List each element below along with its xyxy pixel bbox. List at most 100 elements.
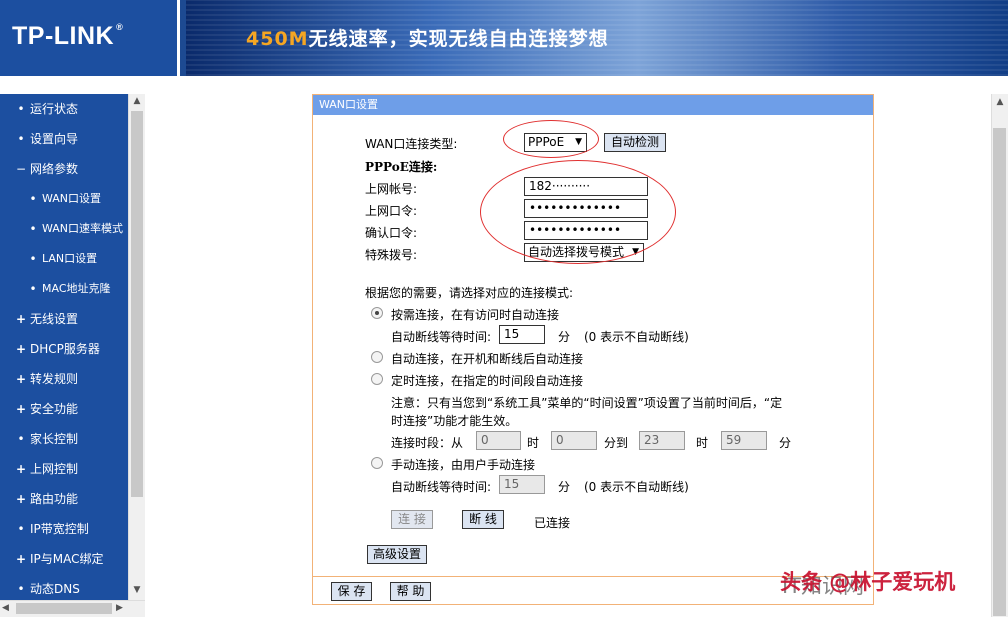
- period-label: 连接时段：从: [391, 436, 464, 450]
- sidebar-item[interactable]: + 路由功能: [0, 484, 128, 514]
- connect-button[interactable]: 连 接: [391, 510, 433, 529]
- sidebar-item-label: 转发规则: [30, 372, 79, 386]
- sidebar-menu: • 运行状态 • 设置向导 − 网络参数 • WAN口设置 • WAN口速率模式 • LAN口设置 • M…: [0, 94, 128, 604]
- expand-icon: +: [16, 342, 27, 356]
- idle-wait2-unit: 分: [558, 480, 571, 494]
- sidebar-item-label: 家长控制: [30, 432, 79, 446]
- sidebar-item[interactable]: + IP与MAC绑定: [0, 544, 128, 574]
- timed-note-line1: 注意：只有当您到“系统工具”菜单的“时间设置”项设置了当前时间后，“定: [391, 396, 783, 410]
- sidebar-item[interactable]: • LAN口设置: [0, 244, 128, 274]
- wan-type-label: WAN口连接类型:: [365, 137, 458, 151]
- confirm-password-label: 确认口令:: [365, 226, 418, 240]
- save-button[interactable]: 保 存: [331, 582, 372, 601]
- pppoe-section-label: PPPoE连接:: [365, 160, 438, 174]
- bullet-icon: •: [29, 282, 37, 296]
- sidebar-item[interactable]: − 网络参数: [0, 154, 128, 184]
- sidebar-item[interactable]: + 无线设置: [0, 304, 128, 334]
- mode-timed-label: 定时连接，在指定的时间段自动连接: [391, 374, 584, 388]
- panel-title: WAN口设置: [313, 95, 873, 115]
- tplink-logo: TP-LINK ®: [12, 22, 124, 50]
- bullet-icon: •: [29, 192, 37, 206]
- highlight-circle-credentials: [480, 160, 676, 264]
- sidebar-item[interactable]: • MAC地址克隆: [0, 274, 128, 304]
- sidebar-item-label: 无线设置: [30, 312, 79, 326]
- bullet-icon: •: [17, 102, 25, 116]
- sidebar-item-label: MAC地址克隆: [42, 282, 111, 295]
- special-dial-label: 特殊拨号:: [365, 248, 418, 262]
- advanced-settings-button[interactable]: 高级设置: [367, 545, 427, 564]
- sidebar-item-label: 网络参数: [30, 162, 79, 176]
- sidebar-item-label: LAN口设置: [42, 252, 98, 265]
- period-to-minute-input[interactable]: 59: [721, 431, 767, 450]
- idle-wait2-label: 自动断线等待时间:: [391, 480, 492, 494]
- bullet-icon: •: [29, 222, 37, 236]
- sidebar-item[interactable]: + 上网控制: [0, 454, 128, 484]
- mode-prompt: 根据您的需要，请选择对应的连接模式:: [365, 286, 574, 300]
- idle-wait2-input[interactable]: 15: [499, 475, 545, 494]
- mode-auto-label: 自动连接，在开机和断线后自动连接: [391, 352, 584, 366]
- scroll-up-arrow-icon[interactable]: ▲: [994, 97, 1006, 107]
- period-to-hour-input[interactable]: 23: [639, 431, 685, 450]
- scroll-down-arrow-icon[interactable]: ▼: [130, 585, 144, 597]
- main-top-gap: [145, 78, 1008, 94]
- sidebar-item-label: WAN口速率模式: [42, 222, 124, 235]
- scroll-right-arrow-icon[interactable]: ▶: [116, 603, 126, 613]
- bullet-icon: •: [17, 132, 25, 146]
- idle-wait-unit: 分: [558, 330, 571, 344]
- expand-icon: +: [16, 312, 27, 326]
- expand-icon: +: [16, 402, 27, 416]
- sidebar-scroll-thumb[interactable]: [131, 111, 143, 497]
- sidebar-item[interactable]: • 家长控制: [0, 424, 128, 454]
- sidebar-item-label: 设置向导: [30, 132, 79, 146]
- idle-wait2-hint: (0 表示不自动断线): [584, 480, 689, 494]
- main-scroll-thumb[interactable]: [993, 128, 1006, 616]
- period-from-minute-input[interactable]: 0: [551, 431, 597, 450]
- scroll-left-arrow-icon[interactable]: ◀: [2, 603, 12, 613]
- sidebar-item[interactable]: + 安全功能: [0, 394, 128, 424]
- mode-on-demand-radio[interactable]: [371, 307, 383, 319]
- sidebar-item[interactable]: • 设置向导: [0, 124, 128, 154]
- sidebar-item[interactable]: • WAN口速率模式: [0, 214, 128, 244]
- bullet-icon: •: [17, 432, 25, 446]
- banner: 450M无线速率，实现无线自由连接梦想: [186, 0, 1008, 76]
- idle-wait-label: 自动断线等待时间:: [391, 330, 492, 344]
- sidebar-item-label: IP带宽控制: [30, 522, 89, 536]
- account-label: 上网帐号:: [365, 182, 418, 196]
- header: TP-LINK ® 450M无线速率，实现无线自由连接梦想: [0, 0, 1008, 76]
- watermark: 头条 @林子爱玩机: [780, 570, 956, 594]
- timed-note-line2: 时连接”功能才能生效。: [391, 414, 518, 428]
- collapse-icon: −: [16, 162, 27, 176]
- sidebar-item[interactable]: + 转发规则: [0, 364, 128, 394]
- logo-area: TP-LINK ®: [0, 0, 180, 76]
- banner-slogan: 450M无线速率，实现无线自由连接梦想: [246, 28, 609, 50]
- sidebar-hscroll-thumb[interactable]: [16, 603, 112, 614]
- sidebar-item-label: 安全功能: [30, 402, 79, 416]
- help-button[interactable]: 帮 助: [390, 582, 431, 601]
- bullet-icon: •: [17, 522, 25, 536]
- minute-unit: 分: [779, 436, 792, 450]
- sidebar-item[interactable]: • 运行状态: [0, 94, 128, 124]
- sidebar-item-label: WAN口设置: [42, 192, 102, 205]
- period-from-hour-input[interactable]: 0: [476, 431, 521, 450]
- sidebar-item[interactable]: • WAN口设置: [0, 184, 128, 214]
- mode-auto-radio[interactable]: [371, 351, 383, 363]
- bullet-icon: •: [29, 252, 37, 266]
- sidebar-item[interactable]: • IP带宽控制: [0, 514, 128, 544]
- expand-icon: +: [16, 552, 27, 566]
- scroll-up-arrow-icon[interactable]: ▲: [130, 96, 144, 108]
- mode-manual-radio[interactable]: [371, 457, 383, 469]
- sidebar-item[interactable]: + DHCP服务器: [0, 334, 128, 364]
- expand-icon: +: [16, 462, 27, 476]
- hour-unit-1: 时: [527, 436, 540, 450]
- sidebar-item-label: 路由功能: [30, 492, 79, 506]
- connection-status: 已连接: [534, 516, 571, 530]
- expand-icon: +: [16, 372, 27, 386]
- disconnect-button[interactable]: 断 线: [462, 510, 504, 529]
- mode-timed-radio[interactable]: [371, 373, 383, 385]
- sidebar-item-label: 运行状态: [30, 102, 79, 116]
- sidebar-item-label: IP与MAC绑定: [30, 552, 104, 566]
- idle-wait-input[interactable]: 15: [499, 325, 545, 344]
- password-label: 上网口令:: [365, 204, 418, 218]
- mode-manual-label: 手动连接，由用户手动连接: [391, 458, 536, 472]
- auto-detect-button[interactable]: 自动检测: [604, 133, 666, 152]
